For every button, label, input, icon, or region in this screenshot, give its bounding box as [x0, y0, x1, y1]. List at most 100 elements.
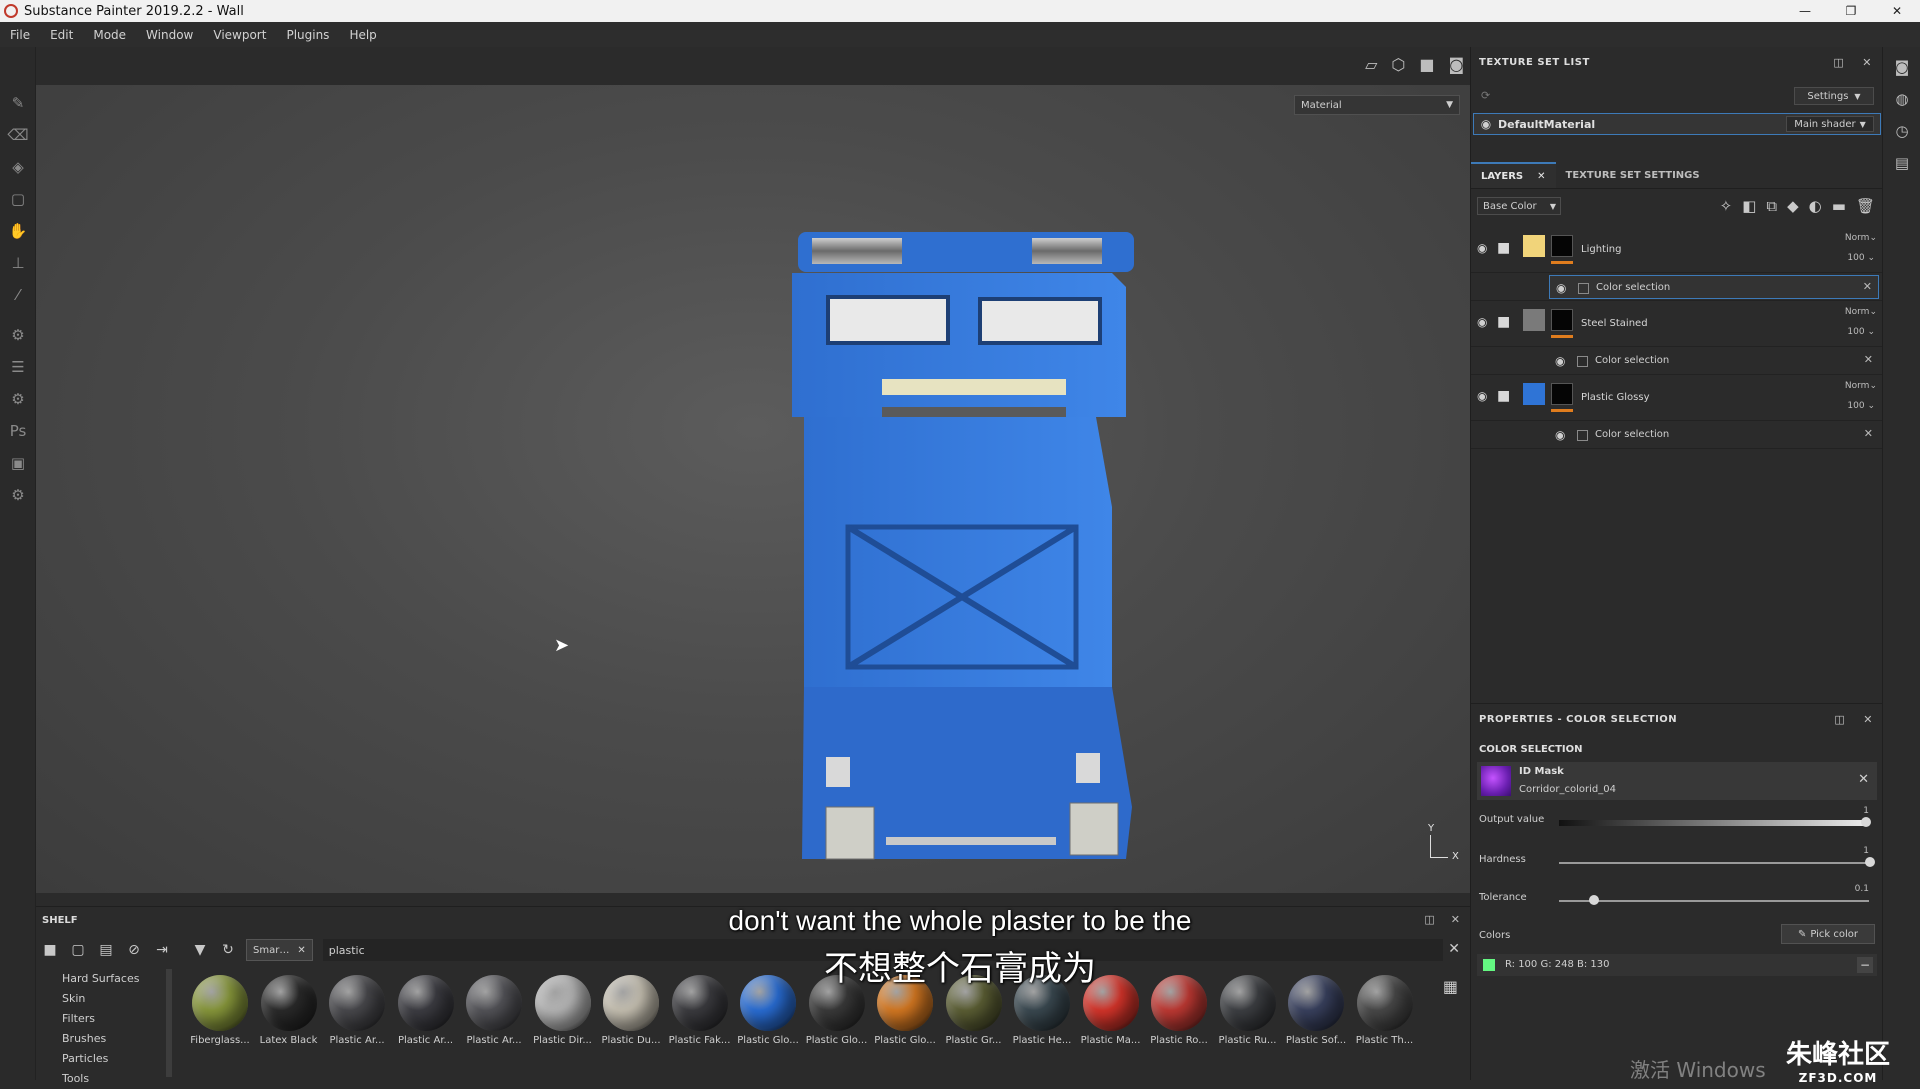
opacity-value[interactable]: 100 ⌄ — [1847, 401, 1875, 411]
category-filters[interactable]: Filters — [60, 1009, 200, 1029]
projection-icon[interactable]: ◈ — [0, 151, 36, 183]
add-mask-icon[interactable]: ◧ — [1742, 197, 1756, 215]
new-resource-icon[interactable]: ▢ — [64, 942, 92, 958]
menu-plugins[interactable]: Plugins — [276, 28, 339, 42]
settings-icon[interactable]: ⚙ — [0, 383, 36, 415]
undock-icon[interactable]: ◫ — [1833, 56, 1844, 69]
slider-handle[interactable] — [1589, 895, 1599, 905]
material-swatch[interactable]: Plastic Glo... — [803, 975, 871, 1046]
category-particles[interactable]: Particles — [60, 1049, 200, 1069]
add-folder-icon[interactable]: ▬ — [1832, 197, 1846, 215]
material-swatch[interactable]: Plastic Ma... — [1077, 975, 1145, 1046]
undock-icon[interactable]: ◫ — [1424, 913, 1434, 926]
texture-set-settings-dropdown[interactable]: Settings ▼ — [1794, 87, 1874, 105]
menu-edit[interactable]: Edit — [40, 28, 83, 42]
slider-handle[interactable] — [1861, 817, 1871, 827]
slider-track[interactable] — [1559, 862, 1869, 864]
slider-track[interactable] — [1559, 820, 1869, 826]
close-window-button[interactable]: ✕ — [1874, 0, 1920, 22]
grid-view-icon[interactable]: ▦ — [1443, 977, 1458, 996]
material-swatch[interactable]: Plastic Dir... — [529, 975, 597, 1046]
material-swatch[interactable]: Plastic Sof... — [1282, 975, 1350, 1046]
effect-box[interactable]: ◉ Color selection ✕ — [1549, 423, 1879, 447]
hardness-slider[interactable]: Hardness 1 — [1479, 846, 1879, 876]
material-swatch[interactable]: Fiberglass... — [186, 975, 254, 1046]
display-settings-icon[interactable]: ◍ — [1883, 83, 1920, 115]
material-swatch[interactable]: Latex Black — [255, 975, 323, 1046]
log-icon[interactable]: ▤ — [1883, 147, 1920, 179]
eye-icon[interactable]: ◉ — [1477, 315, 1487, 329]
color-entry[interactable]: R: 100 G: 248 B: 130 − — [1477, 954, 1877, 976]
hide-icon[interactable]: ⊘ — [120, 942, 148, 958]
close-icon[interactable]: ✕ — [1863, 713, 1873, 726]
delete-layer-icon[interactable]: 🗑 — [1856, 197, 1875, 215]
clone-stamp-icon[interactable]: ⊥ — [0, 247, 36, 279]
texture-set-row[interactable]: ◉ DefaultMaterial Main shader ▼ — [1473, 113, 1881, 135]
shader-dropdown[interactable]: Main shader ▼ — [1786, 116, 1874, 132]
effect-row-color-selection[interactable]: ◉ Color selection ✕ — [1471, 347, 1883, 375]
filter-icon[interactable]: ▼ — [186, 942, 214, 958]
add-effect-icon[interactable]: ✧ — [1720, 197, 1733, 215]
material-swatch[interactable]: Plastic Ar... — [460, 975, 528, 1046]
add-smart-material-icon[interactable]: ◐ — [1809, 197, 1822, 215]
mask-thumbnail[interactable] — [1551, 235, 1573, 257]
tab-texture-set-settings[interactable]: TEXTURE SET SETTINGS — [1556, 162, 1710, 188]
effect-row-color-selection[interactable]: ◉ Color selection ✕ — [1471, 273, 1883, 301]
material-swatch[interactable]: Plastic Ru... — [1214, 975, 1282, 1046]
eye-icon[interactable]: ◉ — [1555, 354, 1565, 368]
category-tools[interactable]: Tools — [60, 1069, 200, 1089]
effect-box[interactable]: ◉ Color selection ✕ — [1549, 349, 1879, 373]
blend-mode-dropdown[interactable]: Norm⌄ — [1845, 307, 1877, 317]
tolerance-slider[interactable]: Tolerance 0.1 — [1479, 884, 1879, 914]
photoshop-export-icon[interactable]: Ps — [0, 415, 36, 447]
folder-icon[interactable]: ■ — [36, 942, 64, 958]
color-picker-icon[interactable]: ⁄ — [0, 279, 36, 311]
material-swatch[interactable]: Plastic Ro... — [1145, 975, 1213, 1046]
blend-mode-dropdown[interactable]: Norm⌄ — [1845, 233, 1877, 243]
remove-color-button[interactable]: − — [1857, 957, 1873, 973]
texture-set-icon[interactable]: ☰ — [0, 351, 36, 383]
category-hard-surfaces[interactable]: Hard Surfaces — [60, 969, 200, 989]
category-skin[interactable]: Skin — [60, 989, 200, 1009]
channel-dropdown[interactable]: Base Color ▼ — [1477, 197, 1561, 215]
minimize-button[interactable]: — — [1782, 0, 1828, 22]
layer-row-lighting[interactable]: ◉ ■ Lighting Norm⌄ 100 ⌄ — [1471, 227, 1883, 273]
blend-mode-dropdown[interactable]: Norm⌄ — [1845, 381, 1877, 391]
id-mask-resource[interactable]: ID Mask Corridor_colorid_04 ✕ — [1477, 762, 1877, 800]
mask-thumbnail[interactable] — [1551, 383, 1573, 405]
slider-track[interactable] — [1559, 900, 1869, 902]
clear-search-icon[interactable]: ✕ — [1448, 941, 1460, 957]
material-swatch[interactable]: Plastic Fak... — [666, 975, 734, 1046]
layer-row-steel-stained[interactable]: ◉ ■ Steel Stained Norm⌄ 100 ⌄ — [1471, 301, 1883, 347]
remove-effect-icon[interactable]: ✕ — [1863, 280, 1872, 293]
pick-color-button[interactable]: ✎ Pick color — [1781, 924, 1875, 944]
library-icon[interactable]: ▤ — [92, 942, 120, 958]
material-swatch[interactable]: Plastic Du... — [597, 975, 665, 1046]
menu-file[interactable]: File — [0, 28, 40, 42]
effect-row-color-selection[interactable]: ◉ Color selection ✕ — [1471, 421, 1883, 449]
material-swatch[interactable]: Plastic Ar... — [323, 975, 391, 1046]
export-icon[interactable]: ▣ — [0, 447, 36, 479]
add-layer-icon[interactable]: ⧉ — [1766, 197, 1777, 215]
material-swatch[interactable]: Plastic Glo... — [734, 975, 802, 1046]
gear-icon[interactable]: ⚙ — [0, 479, 36, 511]
refresh-icon[interactable]: ↻ — [214, 942, 242, 958]
menu-mode[interactable]: Mode — [83, 28, 136, 42]
mask-thumbnail[interactable] — [1551, 309, 1573, 331]
remove-resource-icon[interactable]: ✕ — [1858, 772, 1869, 787]
restore-button[interactable]: ❐ — [1828, 0, 1874, 22]
slider-handle[interactable] — [1865, 857, 1875, 867]
menu-viewport[interactable]: Viewport — [203, 28, 276, 42]
material-swatch[interactable]: Plastic Glo... — [871, 975, 939, 1046]
close-icon[interactable]: ✕ — [1537, 171, 1545, 182]
camera-settings-icon[interactable]: ◙ — [1883, 51, 1920, 83]
close-icon[interactable]: ✕ — [1451, 913, 1460, 926]
undock-icon[interactable]: ◫ — [1834, 713, 1845, 726]
eraser-icon[interactable]: ⌫ — [0, 119, 36, 151]
remove-effect-icon[interactable]: ✕ — [1864, 353, 1873, 366]
close-tab-icon[interactable]: ✕ — [297, 945, 305, 956]
tab-layers[interactable]: LAYERS ✕ — [1471, 162, 1556, 188]
category-scrollbar[interactable] — [166, 969, 172, 1077]
menu-help[interactable]: Help — [339, 28, 386, 42]
category-brushes[interactable]: Brushes — [60, 1029, 200, 1049]
